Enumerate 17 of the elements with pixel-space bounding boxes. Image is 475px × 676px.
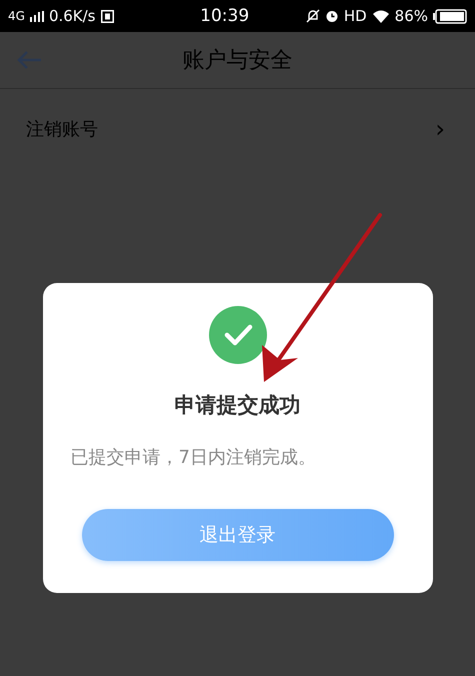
clock-time: 10:39 xyxy=(200,6,250,26)
wifi-icon xyxy=(372,9,390,23)
muted-bell-icon xyxy=(306,9,320,23)
battery-percent: 86% xyxy=(394,7,428,25)
network-speed: 0.6K/s xyxy=(48,7,96,25)
dialog-message: 已提交申请，7日内注销完成。 xyxy=(70,446,316,469)
alarm-icon xyxy=(324,9,339,23)
app-notification-icon xyxy=(100,10,114,22)
page-title: 账户与安全 xyxy=(182,47,292,75)
battery-icon xyxy=(433,8,467,24)
menu-item[interactable]: 注销账号 › xyxy=(0,89,475,169)
logout-button[interactable]: 退出登录 xyxy=(82,509,394,561)
dialog-title: 申请提交成功 xyxy=(174,392,300,419)
network-type: 4G xyxy=(8,9,25,23)
signal-icon xyxy=(30,10,44,22)
hd-label: HD xyxy=(344,7,367,25)
success-check-icon xyxy=(208,306,266,364)
